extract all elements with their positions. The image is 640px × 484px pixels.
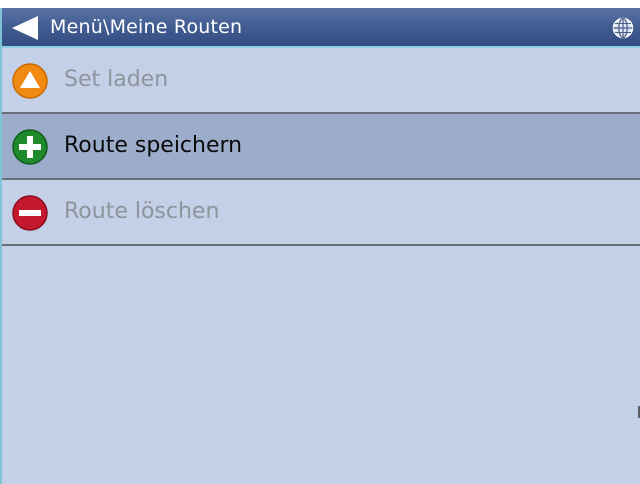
plus-icon [12,129,48,165]
back-arrow-icon [12,16,38,40]
menu-item-label: Route löschen [64,199,220,224]
menu-item-load-set[interactable]: Set laden [2,48,640,114]
globe-icon [612,17,634,39]
menu-item-delete-route[interactable]: Route löschen [2,180,640,246]
warning-triangle-icon [12,63,48,99]
back-button[interactable] [10,14,40,42]
page-title: Menü\Meine Routen [50,16,243,38]
route-menu: Set laden Route speichern Route löschen [2,48,640,246]
minus-icon [12,195,48,231]
menu-item-label: Set laden [64,67,169,92]
globe-button[interactable] [612,17,634,39]
title-bar: Menü\Meine Routen [2,8,640,48]
screen: Menü\Meine Routen Set laden Route speich… [0,8,640,484]
menu-item-save-route[interactable]: Route speichern [2,114,640,180]
menu-item-label: Route speichern [64,133,243,158]
